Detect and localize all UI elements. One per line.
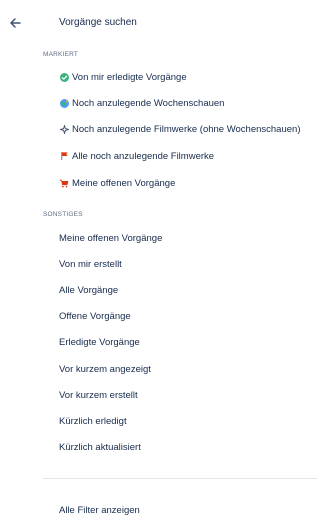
back-button[interactable] [6,14,24,32]
section-header-markiert: MARKIERT [43,51,79,58]
filter-item-erledigte-vorgaenge[interactable]: Erledigte Vorgänge [59,334,140,350]
filter-item-offene-vorgaenge[interactable]: Offene Vorgänge [59,308,131,324]
divider [43,478,317,479]
filter-item-label: Noch anzulegende Wochenschauen [72,97,225,109]
filter-item-vor-kurzem-erstellt[interactable]: Vor kurzem erstellt [59,387,138,403]
sparkle-icon [59,124,69,134]
filter-item-kuerzlich-aktualisiert[interactable]: Kürzlich aktualisiert [59,439,141,455]
all-filters-link[interactable]: Alle Filter anzeigen [59,502,140,518]
filter-item-von-mir-erstellt[interactable]: Von mir erstellt [59,256,122,272]
filter-item-meine-offenen-vorgaenge-markiert[interactable]: Meine offenen Vorgänge [59,175,175,191]
arrow-left-icon [10,18,21,28]
section-header-sonstiges: SONSTIGES [43,211,83,218]
filter-item-label: Alle noch anzulegende Filmwerke [72,150,215,162]
filter-item-von-mir-erledigte-vorgaenge[interactable]: Von mir erledigte Vorgänge [59,69,187,85]
filter-item-label: Von mir erledigte Vorgänge [72,71,187,83]
filter-item-meine-offenen-vorgaenge[interactable]: Meine offenen Vorgänge [59,230,162,246]
filter-item-alle-noch-anzulegende-filmwerke[interactable]: Alle noch anzulegende Filmwerke [59,148,214,164]
filter-item-noch-anzulegende-wochenschauen[interactable]: Noch anzulegende Wochenschauen [59,95,224,111]
filter-item-alle-vorgaenge[interactable]: Alle Vorgänge [59,282,118,298]
filter-item-label: Meine offenen Vorgänge [72,177,176,189]
flag-icon [59,151,69,161]
filter-item-kuerzlich-erledigt[interactable]: Kürzlich erledigt [59,413,127,429]
filter-item-vor-kurzem-angezeigt[interactable]: Vor kurzem angezeigt [59,361,151,377]
filter-item-noch-anzulegende-filmwerke[interactable]: Noch anzulegende Filmwerke (ohne Wochens… [59,121,300,137]
filter-item-label: Noch anzulegende Filmwerke (ohne Wochens… [72,123,301,135]
cart-icon [59,178,69,188]
page-title: Vorgänge suchen [59,17,137,28]
check-circle-icon [59,72,69,82]
globe-icon [59,98,69,108]
